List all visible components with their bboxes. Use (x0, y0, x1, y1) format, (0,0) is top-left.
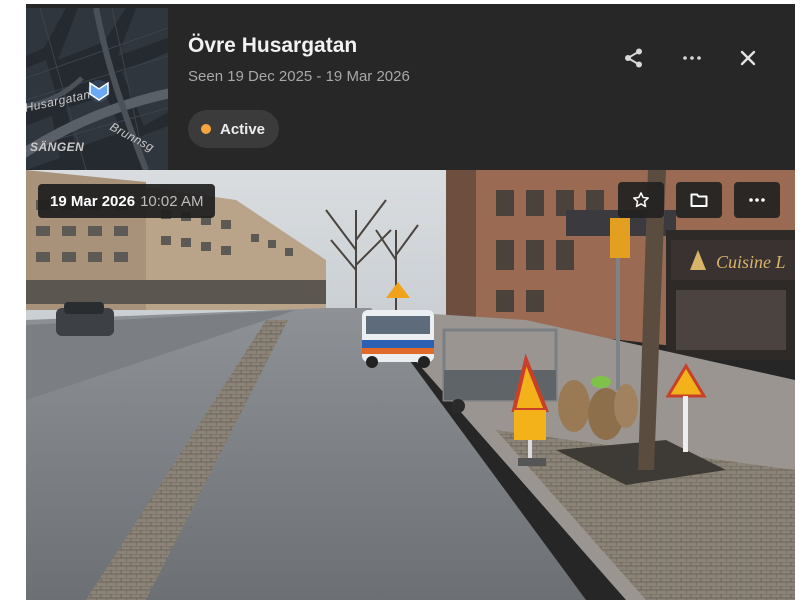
photo-more-options-button[interactable] (734, 182, 780, 218)
svg-text:Cuisine L: Cuisine L (716, 252, 786, 272)
place-detail-panel: Husargatan Brunnsg SÄNGEN Övre Husargata… (26, 4, 795, 600)
more-horizontal-icon (749, 198, 765, 202)
more-options-button[interactable] (678, 44, 706, 72)
capture-date: 19 Mar 2026 (50, 192, 136, 210)
capture-timestamp: 19 Mar 2026 10:02 AM (38, 184, 216, 218)
close-icon (740, 50, 756, 66)
save-to-folder-button[interactable] (676, 182, 722, 218)
map-thumbnail[interactable]: Husargatan Brunnsg SÄNGEN (26, 8, 168, 170)
folder-icon (690, 193, 708, 207)
map-label-district: SÄNGEN (30, 140, 85, 154)
more-horizontal-icon (683, 56, 701, 60)
street-view-image[interactable]: Cuisine L 19 Mar 2026 10:02 AM (26, 170, 795, 600)
status-badge: Active (188, 110, 280, 148)
panel-header: Husargatan Brunnsg SÄNGEN Övre Husargata… (26, 4, 795, 170)
street-scene-graphic: Cuisine L (26, 170, 795, 600)
place-title: Övre Husargatan (188, 34, 358, 57)
close-button[interactable] (734, 44, 762, 72)
capture-time: 10:02 AM (140, 192, 204, 210)
share-button[interactable] (620, 44, 648, 72)
status-label: Active (220, 120, 266, 138)
status-dot-icon (201, 124, 211, 134)
share-icon (625, 48, 642, 68)
favorite-button[interactable] (618, 182, 664, 218)
star-icon (633, 192, 649, 208)
seen-date-range: Seen 19 Dec 2025 - 19 Mar 2026 (188, 68, 410, 85)
